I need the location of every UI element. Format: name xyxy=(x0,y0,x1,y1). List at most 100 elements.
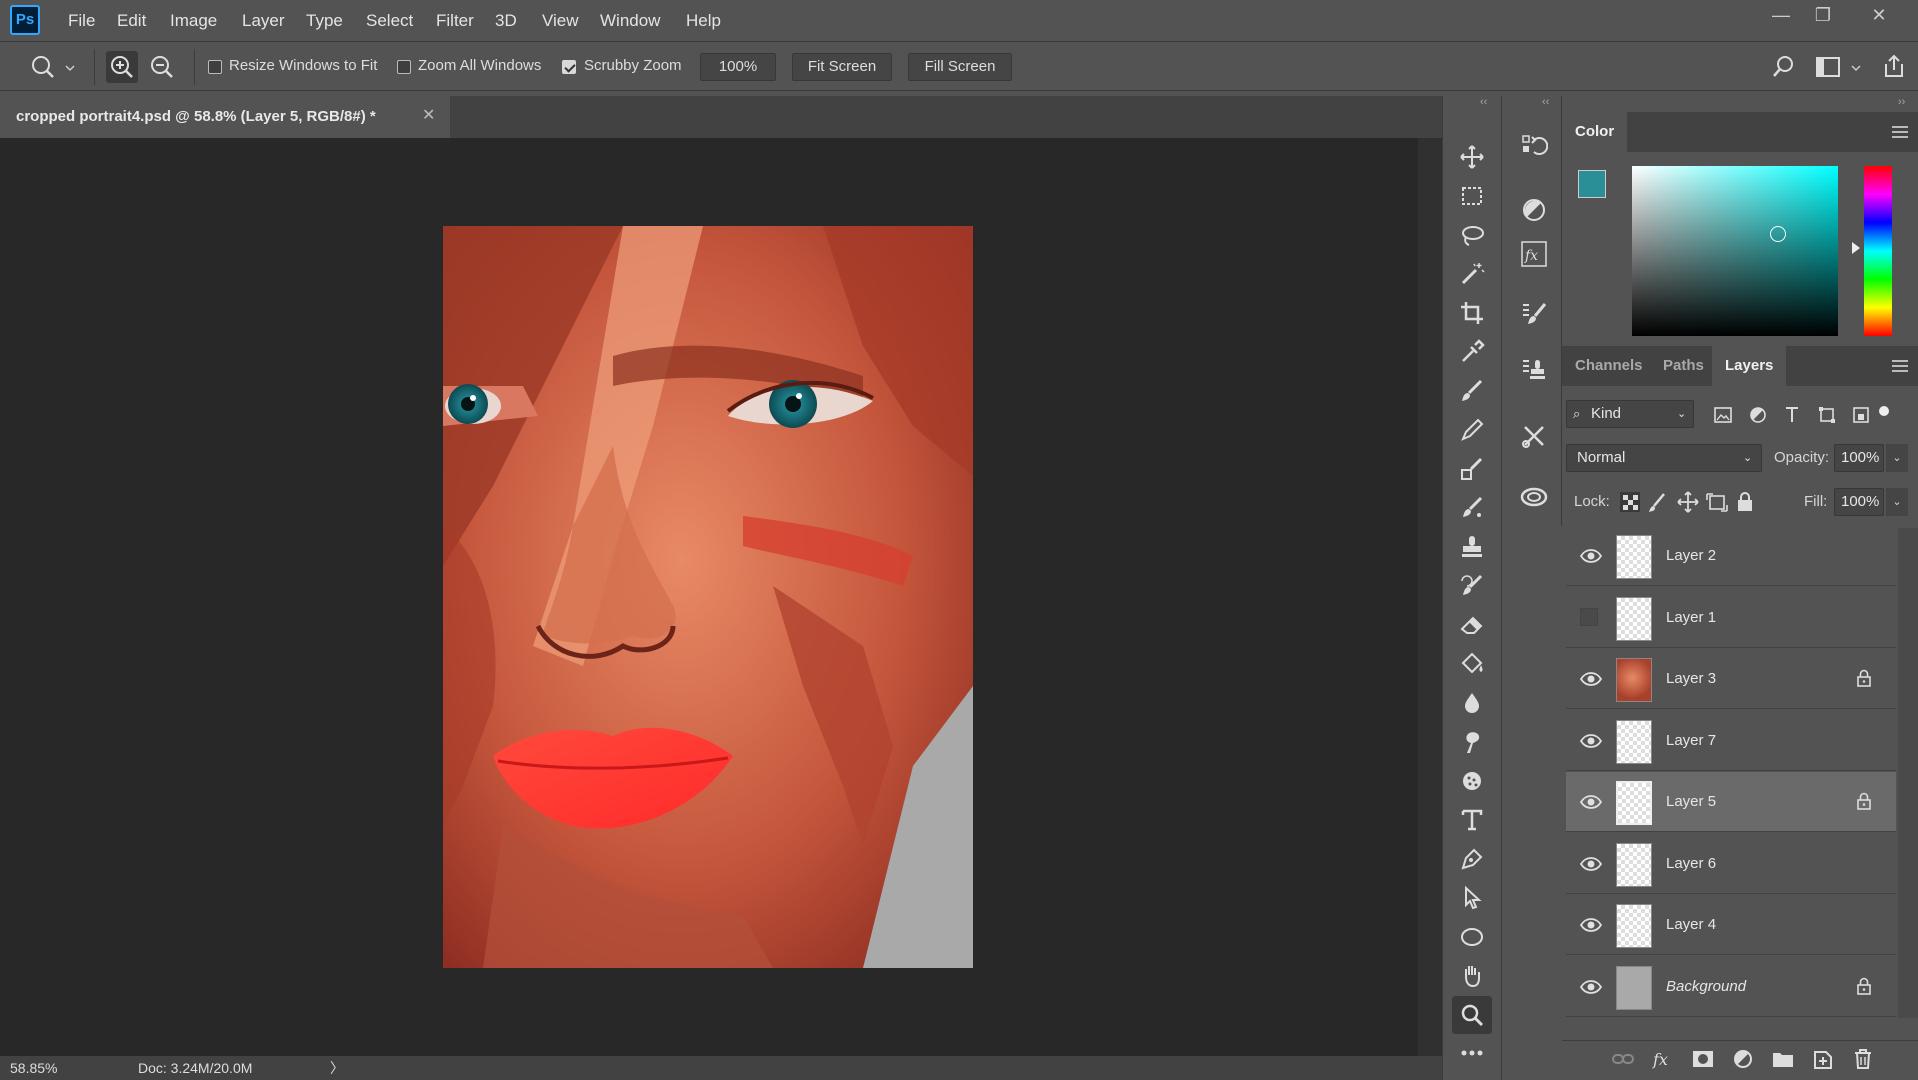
menu-layer[interactable]: Layer xyxy=(232,0,295,42)
blend-mode-select[interactable]: Normal ⌄ xyxy=(1566,444,1762,472)
visibility-eye-icon[interactable] xyxy=(1580,853,1602,875)
layer-thumbnail[interactable] xyxy=(1616,965,1652,1010)
lock-artboard-icon[interactable] xyxy=(1706,493,1728,512)
visibility-eye-icon[interactable] xyxy=(1580,914,1602,936)
layer-thumbnail[interactable] xyxy=(1616,781,1652,825)
lock-transparent-icon[interactable] xyxy=(1620,492,1640,512)
layer-row[interactable]: Layer 5 xyxy=(1566,772,1896,832)
styles-panel-button[interactable]: fx xyxy=(1516,236,1552,272)
zoom-tool[interactable] xyxy=(1452,996,1492,1034)
blur-tool[interactable] xyxy=(1452,684,1492,722)
layer-name[interactable]: Layer 2 xyxy=(1666,526,1716,586)
close-window-button[interactable]: ✕ xyxy=(1858,0,1900,30)
hue-slider-handle[interactable] xyxy=(1852,242,1860,254)
history-panel-button[interactable] xyxy=(1516,128,1552,164)
menu-help[interactable]: Help xyxy=(676,0,731,42)
visibility-eye-icon[interactable] xyxy=(1580,976,1602,998)
clone-stamp-tool[interactable] xyxy=(1452,528,1492,566)
crop-tool[interactable] xyxy=(1452,294,1492,332)
tab-layers[interactable]: Layers xyxy=(1712,346,1787,386)
resize-windows-checkbox[interactable] xyxy=(208,60,222,74)
scrubby-zoom-checkbox[interactable] xyxy=(562,60,576,74)
link-layers-icon[interactable] xyxy=(1610,1046,1636,1072)
status-menu-arrow[interactable]: 〉 xyxy=(330,1056,344,1080)
brush-tool[interactable] xyxy=(1452,372,1492,410)
new-adjustment-layer-icon[interactable] xyxy=(1730,1046,1756,1072)
opacity-dropdown-icon[interactable]: ⌄ xyxy=(1886,444,1908,472)
menu-select[interactable]: Select xyxy=(356,0,423,42)
opacity-field[interactable]: 100% xyxy=(1834,444,1884,472)
visibility-eye-icon[interactable] xyxy=(1580,668,1602,690)
filter-type-icon[interactable] xyxy=(1786,407,1798,422)
collapse-dock-icon[interactable]: ‹‹ xyxy=(1542,96,1560,108)
restore-button[interactable]: ❐ xyxy=(1802,0,1844,30)
delete-layer-trash-icon[interactable] xyxy=(1850,1046,1876,1072)
layer-name[interactable]: Layer 4 xyxy=(1666,895,1716,955)
layer-thumbnail[interactable] xyxy=(1616,658,1652,702)
visibility-eye-icon[interactable] xyxy=(1580,545,1602,567)
layer-row[interactable]: Background xyxy=(1566,957,1896,1017)
layer-filter-kind[interactable]: Kind ⌕ ⌄ xyxy=(1566,400,1694,428)
adjustments-panel-button[interactable] xyxy=(1516,192,1552,228)
menu-filter[interactable]: Filter xyxy=(426,0,484,42)
color-panel-menu-icon[interactable] xyxy=(1892,126,1908,138)
layer-name[interactable]: Layer 5 xyxy=(1666,772,1716,832)
add-mask-icon[interactable] xyxy=(1690,1046,1716,1072)
smudge-tool[interactable] xyxy=(1452,723,1492,761)
magic-wand-tool[interactable] xyxy=(1452,255,1492,293)
layer-thumbnail[interactable] xyxy=(1616,596,1652,641)
filter-adjustment-icon[interactable] xyxy=(1750,407,1766,423)
menu-view[interactable]: View xyxy=(532,0,589,42)
visibility-eye-icon[interactable] xyxy=(1580,730,1602,752)
menu-image[interactable]: Image xyxy=(160,0,227,42)
mixer-brush-tool[interactable] xyxy=(1452,489,1492,527)
tool-presets-button[interactable] xyxy=(1516,418,1552,454)
close-document-icon[interactable]: ✕ xyxy=(422,96,435,136)
zoom-in-button[interactable] xyxy=(106,51,138,83)
layer-thumbnail[interactable] xyxy=(1616,719,1652,764)
layer-style-fx-icon[interactable]: fx xyxy=(1650,1046,1676,1072)
filter-smart-object-icon[interactable] xyxy=(1853,407,1869,423)
zoom-all-windows-checkbox[interactable] xyxy=(397,60,411,74)
filter-shape-icon[interactable] xyxy=(1819,407,1835,423)
new-layer-icon[interactable] xyxy=(1810,1046,1836,1072)
sponge-tool[interactable] xyxy=(1452,762,1492,800)
layers-scrollbar[interactable] xyxy=(1898,528,1918,1018)
workspace-switcher[interactable] xyxy=(1814,53,1864,81)
pencil-tool[interactable] xyxy=(1452,411,1492,449)
tool-preset-picker[interactable] xyxy=(26,53,78,81)
brush-settings-button[interactable] xyxy=(1516,296,1552,332)
tab-paths[interactable]: Paths xyxy=(1650,346,1717,386)
paint-bucket-tool[interactable] xyxy=(1452,645,1492,683)
document-tab[interactable]: cropped portrait4.psd @ 58.8% (Layer 5, … xyxy=(0,96,450,138)
lasso-tool[interactable] xyxy=(1452,216,1492,254)
layers-panel-menu-icon[interactable] xyxy=(1892,360,1908,372)
clone-source-button[interactable] xyxy=(1516,352,1552,388)
move-tool[interactable] xyxy=(1452,138,1492,176)
lock-all-icon[interactable] xyxy=(1738,492,1752,511)
layer-thumbnail[interactable] xyxy=(1616,904,1652,948)
menu-window[interactable]: Window xyxy=(590,0,670,42)
fill-screen-button[interactable]: Fill Screen xyxy=(908,53,1012,81)
layer-row[interactable]: Layer 3 xyxy=(1566,649,1896,709)
fill-field[interactable]: 100% xyxy=(1834,488,1884,516)
layer-name[interactable]: Layer 3 xyxy=(1666,649,1716,709)
spot-healing-tool[interactable] xyxy=(1452,450,1492,488)
eraser-tool[interactable] xyxy=(1452,606,1492,644)
layer-row[interactable]: Layer 6 xyxy=(1566,834,1896,894)
color-saturation-field[interactable] xyxy=(1632,166,1838,336)
expand-panels-icon[interactable]: ›› xyxy=(1898,96,1916,108)
type-tool[interactable] xyxy=(1452,801,1492,839)
history-brush-tool[interactable] xyxy=(1452,567,1492,605)
visibility-toggle-empty[interactable] xyxy=(1580,607,1598,626)
tab-color[interactable]: Color xyxy=(1562,112,1628,152)
path-selection-tool[interactable] xyxy=(1452,879,1492,917)
layer-row[interactable]: Layer 4 xyxy=(1566,895,1896,955)
layer-name[interactable]: Layer 1 xyxy=(1666,588,1716,648)
fit-screen-button[interactable]: Fit Screen xyxy=(792,53,892,81)
fill-dropdown-icon[interactable]: ⌄ xyxy=(1886,488,1908,516)
eyedropper-tool[interactable] xyxy=(1452,333,1492,371)
ellipse-tool[interactable] xyxy=(1452,918,1492,956)
pen-tool[interactable] xyxy=(1452,840,1492,878)
foreground-color-swatch[interactable] xyxy=(1578,170,1606,198)
